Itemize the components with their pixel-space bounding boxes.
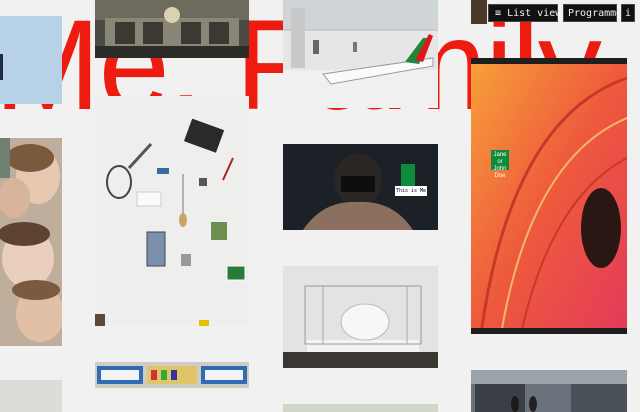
more-button[interactable]: i <box>621 4 635 22</box>
list-icon: ≡ <box>495 8 502 19</box>
green-info-tag <box>401 164 415 186</box>
hall-photo <box>95 0 249 58</box>
faces-collage-photo <box>0 138 62 346</box>
image-card-street[interactable] <box>471 370 627 412</box>
list-view-button[interactable]: ≡ List view <box>488 4 562 22</box>
image-card-bottom-center[interactable] <box>283 404 438 412</box>
image-card-left-bottom[interactable] <box>0 380 62 412</box>
image-card-corridor[interactable]: Jane or John Doe <box>471 58 627 334</box>
glass-case-photo <box>283 266 438 368</box>
image-card-airplane-gallery[interactable] <box>283 0 438 108</box>
objects-flatlay-photo <box>95 96 249 326</box>
image-card-glass-case[interactable] <box>283 266 438 368</box>
figure-shape <box>0 54 3 80</box>
programme-button[interactable]: Programme <box>563 4 622 22</box>
vr-caption: This is Me <box>395 186 427 196</box>
more-label: i <box>624 8 632 19</box>
street-photo <box>471 370 627 412</box>
image-card-objects[interactable] <box>95 96 249 326</box>
list-view-label: List view <box>507 8 562 19</box>
corridor-photo <box>471 58 627 334</box>
programme-label: Programme <box>568 8 623 19</box>
airplane-gallery-photo <box>283 0 438 108</box>
image-card-top-right-strip[interactable] <box>471 0 487 24</box>
software-screens-photo <box>95 362 249 388</box>
image-card-vr[interactable]: This is Me <box>283 144 438 230</box>
image-card-faces[interactable] <box>0 138 62 346</box>
image-card-blue[interactable] <box>0 16 62 104</box>
corridor-caption: Jane or John Doe <box>491 150 509 179</box>
image-card-hall[interactable] <box>95 0 249 58</box>
image-card-software[interactable] <box>95 362 249 388</box>
